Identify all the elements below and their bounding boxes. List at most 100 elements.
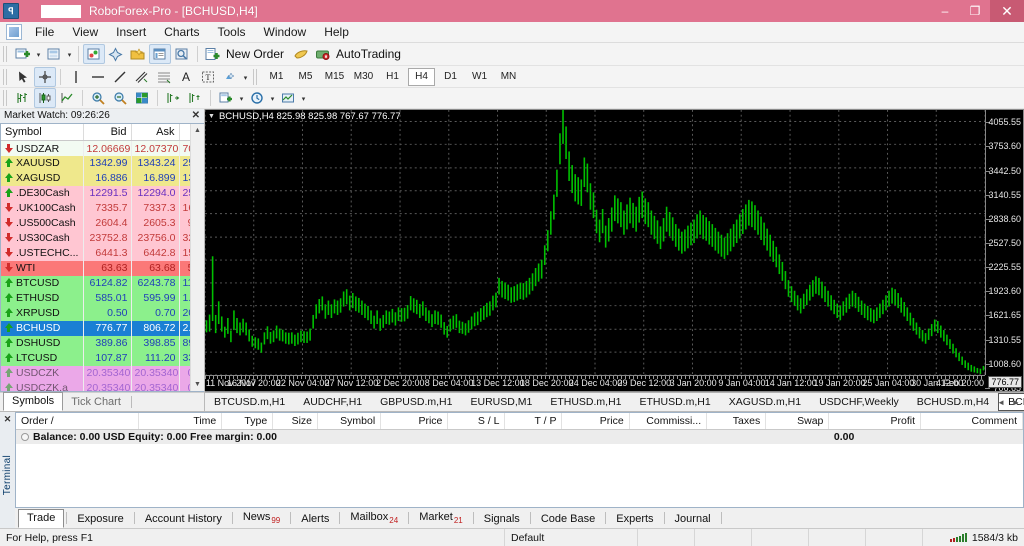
tab-tick-chart[interactable]: Tick Chart [63, 394, 129, 411]
market-watch-scrollbar[interactable]: ▲ ▼ [190, 123, 204, 391]
balance-row[interactable]: Balance: 0.00 USD Equity: 0.00 Free marg… [16, 429, 1023, 444]
period-separators-icon[interactable] [246, 88, 268, 108]
scroll-down-icon[interactable]: ▼ [191, 377, 204, 391]
market-watch-row[interactable]: ETHUSD 585.01595.991... [1, 290, 190, 306]
timeframe-m5[interactable]: M5 [292, 68, 319, 86]
orders-column-header[interactable]: T / P [504, 413, 563, 430]
period-dropdown-icon[interactable]: ▾ [268, 88, 277, 108]
chart-price-axis[interactable]: 4055.55 3753.60 3442.50 3140.55 2838.60 2527.… [985, 110, 1023, 391]
profiles-icon[interactable] [43, 44, 65, 64]
cursor-icon[interactable] [12, 67, 34, 87]
chart-tab[interactable]: USDCHF,Weekly [810, 393, 908, 411]
terminal-tab[interactable]: Exposure [69, 511, 131, 528]
restore-button[interactable]: ❐ [960, 0, 990, 22]
status-profile[interactable]: Default [505, 528, 638, 546]
chart-tab[interactable]: BTCUSD.m,H1 [205, 393, 294, 411]
new-order-label[interactable]: New Order [226, 47, 284, 61]
terminal-tab[interactable]: Account History [137, 511, 230, 528]
terminal-tab[interactable]: Signals [476, 511, 528, 528]
market-watch-row[interactable]: USDCZK.a20.3534020.353400 [1, 380, 190, 391]
orders-column-header[interactable]: Type [221, 413, 274, 430]
market-watch-row[interactable]: USDCZK20.3534020.353400 [1, 365, 190, 381]
zoom-out-icon[interactable] [109, 88, 131, 108]
text-label-icon[interactable]: T [197, 67, 219, 87]
close-button[interactable]: ✕ [990, 0, 1024, 22]
chart-tab[interactable]: BCHUSD.m,H4 [908, 393, 998, 411]
shapes-dropdown-icon[interactable]: ▾ [241, 67, 250, 87]
chart-tab[interactable]: ETHUSD.m,H1 [631, 393, 720, 411]
timeframe-w1[interactable]: W1 [466, 68, 493, 86]
menu-item-charts[interactable]: Charts [155, 23, 208, 41]
navigator-icon[interactable] [105, 44, 127, 64]
market-watch-row[interactable]: .UK100Cash 7335.77337.316 [1, 200, 190, 216]
orders-column-header[interactable]: Time [138, 413, 223, 430]
zoom-in-icon[interactable] [87, 88, 109, 108]
orders-column-header[interactable]: Comment [920, 413, 1023, 430]
terminal-close-icon[interactable]: ✕ [4, 414, 12, 425]
market-watch-row[interactable]: XAGUSD 16.88616.89913 [1, 170, 190, 186]
market-watch-row[interactable]: BTCUSD 6124.826243.7811... [1, 275, 190, 291]
orders-column-header[interactable]: Profit [828, 413, 922, 430]
market-watch-row[interactable]: BCHUSD 776.77806.722... [1, 320, 190, 336]
timeframe-d1[interactable]: D1 [437, 68, 464, 86]
market-watch-row[interactable]: LTCUSD 107.87111.20333 [1, 350, 190, 366]
market-watch-row[interactable]: .DE30Cash 12291.512294.025 [1, 185, 190, 201]
menu-item-help[interactable]: Help [315, 23, 358, 41]
tile-windows-icon[interactable] [131, 88, 153, 108]
price-chart[interactable]: ▼ BCHUSD,H4 825.98 825.98 767.67 776.77 … [205, 109, 1024, 392]
terminal-icon[interactable] [149, 44, 171, 64]
bar-chart-icon[interactable] [12, 88, 34, 108]
orders-column-header[interactable]: S / L [447, 413, 506, 430]
terminal-tab[interactable]: Experts [608, 511, 661, 528]
market-watch-row[interactable]: .USTECHC... 6441.36442.815 [1, 245, 190, 261]
menu-item-file[interactable]: File [26, 23, 63, 41]
chart-tab[interactable]: ETHUSD.m,H1 [541, 393, 630, 411]
menu-item-view[interactable]: View [63, 23, 107, 41]
market-watch-row[interactable]: DSHUSD 389.86398.85899 [1, 335, 190, 351]
autotrading-icon[interactable] [312, 44, 334, 64]
orders-column-header[interactable]: Price [380, 413, 449, 430]
column-header-spread[interactable]: ! [179, 123, 190, 142]
line-toolbar-grip[interactable] [3, 68, 9, 85]
strategy-tester-icon[interactable] [171, 44, 193, 64]
chart-menu-icon[interactable]: ▼ [208, 113, 215, 120]
terminal-tab[interactable]: Journal [667, 511, 719, 528]
orders-column-header[interactable]: Price [561, 413, 630, 430]
terminal-tab[interactable]: Alerts [293, 511, 337, 528]
horizontal-line-icon[interactable] [87, 67, 109, 87]
chart-tab[interactable]: GBPUSD.m,H1 [371, 393, 461, 411]
market-watch-icon[interactable] [83, 44, 105, 64]
column-header-ask[interactable]: Ask [131, 123, 180, 142]
timeframe-mn[interactable]: MN [495, 68, 522, 86]
chart-tab[interactable]: EURUSD,M1 [461, 393, 541, 411]
new-order-icon[interactable] [202, 44, 224, 64]
chart-tab-prev-icon[interactable]: ◄ [997, 398, 1005, 407]
orders-column-header[interactable]: Commissi... [629, 413, 708, 430]
text-tool-icon[interactable]: A [175, 67, 197, 87]
terminal-tab[interactable]: Mailbox24 [342, 509, 406, 528]
candlestick-chart-icon[interactable] [34, 88, 56, 108]
timeframe-grip[interactable] [253, 68, 259, 85]
orders-column-header[interactable]: Taxes [706, 413, 767, 430]
expert-advisors-icon[interactable] [290, 44, 312, 64]
chart-tab-next-icon[interactable]: ► [1012, 398, 1020, 407]
data-window-icon[interactable] [127, 44, 149, 64]
menu-item-window[interactable]: Window [255, 23, 316, 41]
terminal-tab[interactable]: News99 [235, 509, 288, 528]
orders-column-header[interactable]: Order / [16, 413, 139, 430]
equidistant-channel-icon[interactable] [131, 67, 153, 87]
market-watch-row[interactable]: USDZAR 12.0666912.07370701 [1, 140, 190, 156]
column-header-symbol[interactable]: Symbol [1, 123, 84, 142]
auto-scroll-icon[interactable] [184, 88, 206, 108]
timeframe-h1[interactable]: H1 [379, 68, 406, 86]
trendline-icon[interactable] [109, 67, 131, 87]
market-watch-row[interactable]: WTI 63.6363.685 [1, 260, 190, 276]
chart-tab[interactable]: AUDCHF,H1 [294, 393, 371, 411]
indicators-dropdown-icon[interactable]: ▾ [299, 88, 308, 108]
orders-column-header[interactable]: Symbol [317, 413, 382, 430]
menu-item-tools[interactable]: Tools [209, 23, 255, 41]
chart-toolbar-grip[interactable] [3, 90, 9, 106]
timeframe-h4[interactable]: H4 [408, 67, 435, 86]
toolbar-grip[interactable] [3, 46, 9, 62]
market-watch-row[interactable]: .US30Cash 23752.823756.032 [1, 230, 190, 246]
